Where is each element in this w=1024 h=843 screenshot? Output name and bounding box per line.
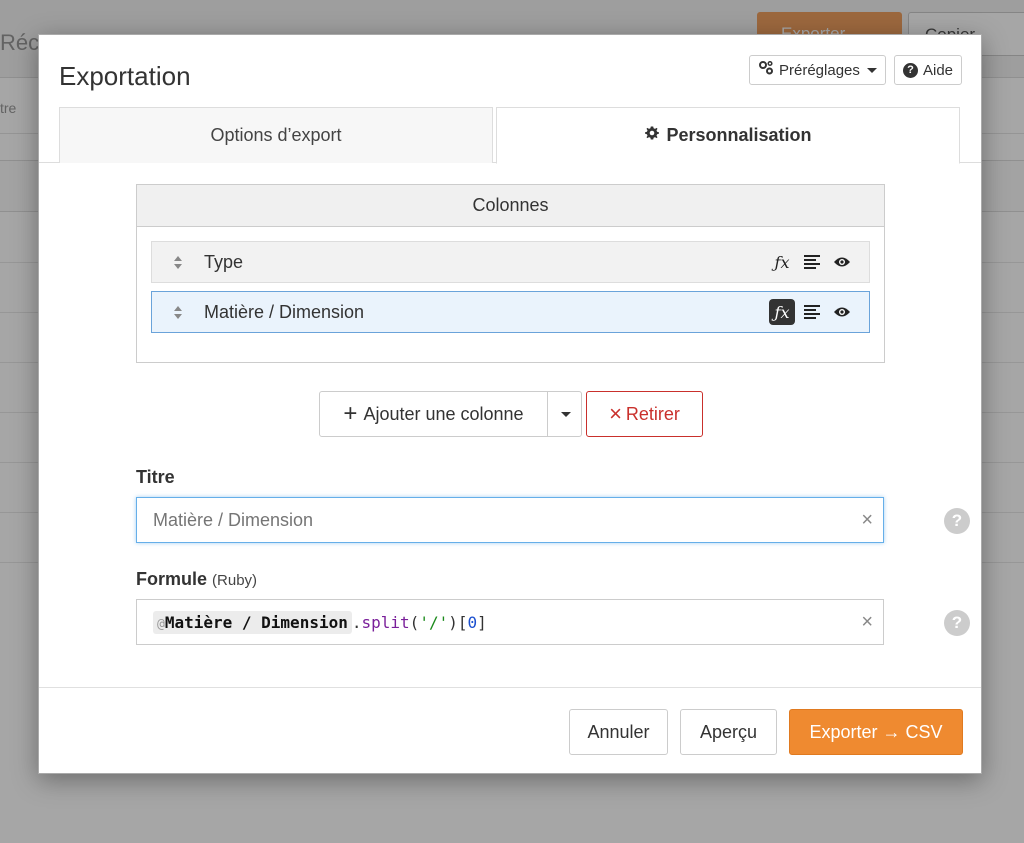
title-input[interactable]: [153, 509, 833, 531]
clear-formula-icon[interactable]: ×: [861, 612, 873, 632]
column-label: Type: [204, 251, 244, 272]
preview-button[interactable]: Aperçu: [680, 709, 777, 755]
formula-index: 0: [467, 612, 478, 632]
add-column-label: Ajouter une colonne: [363, 403, 524, 424]
tab-bar: Options d’export Personnalisation: [39, 107, 981, 164]
help-label: Aide: [923, 61, 954, 79]
sort-handle-icon[interactable]: [152, 255, 204, 269]
modal-footer-divider: [39, 687, 981, 688]
export-csv-button[interactable]: Exporter → CSV: [789, 709, 963, 755]
eye-icon[interactable]: [829, 299, 855, 325]
clear-title-icon[interactable]: ×: [861, 510, 873, 530]
formula-editor[interactable]: @Matière / Dimension . split ( '/' ) [ 0…: [136, 599, 884, 645]
formula-label-text: Formule: [136, 569, 208, 589]
align-left-icon[interactable]: [799, 249, 825, 275]
columns-panel: Colonnes Type ƒx Matière / Dimension ƒx: [136, 184, 885, 363]
remove-column-button[interactable]: × Retirer: [586, 391, 703, 437]
formula-code: @Matière / Dimension . split ( '/' ) [ 0…: [153, 610, 487, 634]
question-circle-icon: ?: [903, 62, 918, 78]
help-button[interactable]: ? Aide: [894, 55, 963, 85]
tab-customization[interactable]: Personnalisation: [496, 107, 960, 164]
add-column-button[interactable]: + Ajouter une colonne: [320, 392, 548, 436]
column-item-type[interactable]: Type ƒx: [151, 241, 870, 283]
formula-field-label: Formule (Ruby): [136, 569, 257, 590]
presets-label: Préréglages: [779, 61, 860, 79]
caret-down-icon: [560, 411, 571, 417]
tab-export-options-label: Options d’export: [210, 125, 342, 145]
close-icon: ×: [609, 401, 622, 426]
caret-down-icon: [866, 67, 877, 73]
title-field-label: Titre: [136, 467, 175, 487]
remove-label: Retirer: [625, 403, 680, 424]
eye-icon[interactable]: [829, 249, 855, 275]
formula-icon[interactable]: ƒx: [769, 299, 795, 325]
export-modal: Exportation Préréglages ? Aide Options d…: [38, 34, 982, 774]
align-left-icon[interactable]: [799, 299, 825, 325]
tab-export-options[interactable]: Options d’export: [59, 107, 493, 163]
sort-handle-icon[interactable]: [152, 305, 204, 319]
formula-method: split: [361, 612, 410, 632]
title-input-wrapper: ×: [136, 497, 884, 543]
formula-help-icon[interactable]: ?: [944, 610, 970, 636]
tab-customization-label: Personnalisation: [666, 125, 812, 145]
add-column-button-group: + Ajouter une colonne: [319, 391, 582, 437]
cogs-icon: [758, 60, 774, 80]
column-item-matiere-dimension[interactable]: Matière / Dimension ƒx: [151, 291, 870, 333]
gear-icon: [644, 125, 660, 146]
modal-title: Exportation: [59, 61, 191, 91]
formula-string-arg: '/': [419, 612, 449, 632]
columns-heading: Colonnes: [137, 185, 884, 227]
column-label: Matière / Dimension: [204, 301, 365, 322]
formula-language-hint: (Ruby): [212, 572, 258, 589]
title-help-icon[interactable]: ?: [944, 508, 970, 534]
cancel-button[interactable]: Annuler: [569, 709, 668, 755]
formula-variable-token: @Matière / Dimension: [153, 610, 352, 634]
plus-icon: +: [343, 400, 358, 427]
formula-icon[interactable]: ƒx: [769, 249, 795, 275]
add-column-dropdown-toggle[interactable]: [548, 392, 581, 436]
presets-button[interactable]: Préréglages: [749, 55, 886, 85]
